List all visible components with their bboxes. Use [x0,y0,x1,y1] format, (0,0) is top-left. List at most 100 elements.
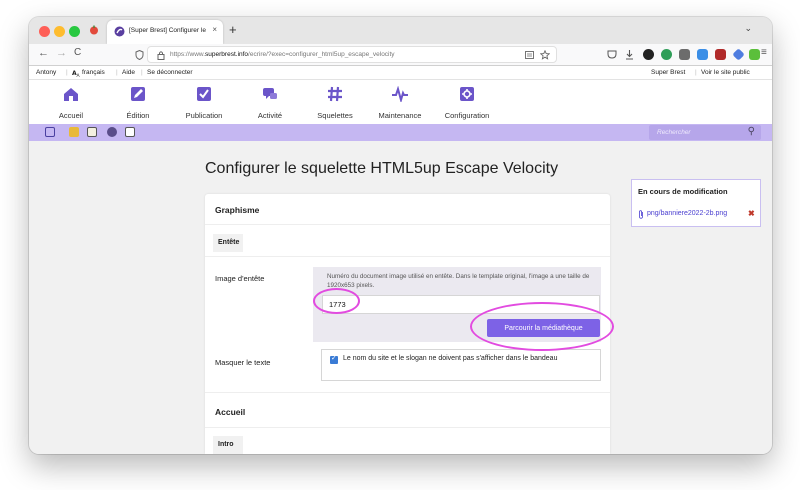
spip-favicon-icon [114,26,125,37]
extension-ublock-icon[interactable] [715,49,726,60]
separator: | [116,69,118,76]
subsection-intro: Intro [213,436,243,454]
extension-a-icon[interactable] [643,49,654,60]
tab-list-icon[interactable]: ⌄ [744,23,752,34]
tomato-extension-icon[interactable] [89,25,99,35]
menu-item-maintenance[interactable]: Maintenance [370,85,430,120]
chat-icon [263,88,277,99]
divider [205,256,610,257]
hide-text-label: Masquer le texte [215,358,271,367]
extension-diamond-icon[interactable] [732,48,745,61]
hide-text-checkbox[interactable] [330,354,338,364]
hide-text-field: Le nom du site et le slogan ne doivent p… [321,349,601,381]
search-icon[interactable]: ⚲ [748,126,755,137]
divider [205,224,610,225]
navigation-bar: ← → C https://www.superbrest.info/ecrire… [29,44,772,66]
sidebar-title: En cours de modification [638,187,728,196]
help-link[interactable]: Aide [122,69,135,76]
translate-icon: AA [72,70,81,77]
menu-item-publication[interactable]: Publication [174,86,234,120]
menu-label: Configuration [444,111,490,120]
user-link[interactable]: Antony [36,69,56,76]
menu-item-configuration[interactable]: Configuration [437,86,497,120]
content-area: Configurer le squelette HTML5up Escape V… [29,141,772,454]
main-menu: Accueil Édition Publication Activité Squ… [29,80,772,124]
separator: | [141,69,143,76]
tab-active[interactable]: [Super Brest] Configurer le squelette × [107,20,223,44]
logout-link[interactable]: Se déconnecter [147,69,193,76]
image-explanation: Numéro du document image utilisé en entê… [327,273,590,289]
tab-bar: [Super Brest] Configurer le squelette × … [29,17,772,44]
tab-title: [Super Brest] Configurer le squelette [129,27,207,34]
image-number-input[interactable] [322,295,600,314]
page-title: Configurer le squelette HTML5up Escape V… [205,160,559,177]
edited-file-link[interactable]: png/banniere2022-2b.png [647,210,727,217]
pulse-icon [392,85,408,104]
address-bar[interactable]: https://www.superbrest.info/ecrire/?exec… [135,46,557,63]
reload-button[interactable]: C [74,47,81,58]
new-site-icon[interactable] [125,127,135,137]
home-icon [64,88,78,101]
menu-item-activite[interactable]: Activité [240,86,300,120]
new-article-icon[interactable] [87,127,97,137]
divider [205,427,610,428]
menu-label: Maintenance [378,111,422,120]
config-form: Graphisme Entête Image d'entête Numéro d… [205,194,610,454]
menu-icon[interactable]: ≡ [761,47,767,58]
download-icon[interactable] [625,49,634,60]
paperclip-icon [639,210,643,219]
section-heading-accueil: Accueil [215,407,246,417]
gear-icon [460,87,474,101]
shield-icon[interactable] [135,50,144,60]
view-site-link[interactable]: Voir le site public [701,69,750,76]
search-box[interactable]: Rechercher ⚲ [649,125,761,140]
reader-view-icon[interactable] [525,51,534,59]
extension-c-icon[interactable] [697,49,708,60]
pocket-icon[interactable] [607,50,617,59]
separator: | [66,69,68,76]
image-field: Numéro du document image utilisé en entê… [313,267,601,342]
remove-file-icon[interactable]: ✖ [748,209,755,218]
extension-green-icon[interactable] [749,49,760,60]
subsection-entete: Entête [213,234,243,252]
quick-actions-bar: Rechercher ⚲ [29,124,772,141]
subsection-label: Intro [218,441,234,448]
checkbox-icon [197,87,211,101]
language-link[interactable]: français [82,69,105,76]
section-heading-graphisme: Graphisme [215,205,260,215]
back-button[interactable]: ← [38,47,49,59]
browse-media-button[interactable]: Parcourir la médiathèque [487,319,600,337]
site-name-link[interactable]: Super Brest [651,69,685,76]
extension-d-icon[interactable] [679,49,690,60]
new-author-icon[interactable] [107,127,117,137]
menu-item-edition[interactable]: Édition [108,86,168,120]
forward-button[interactable]: → [56,47,67,59]
spip-top-bar: Antony | AA français | Aide | Se déconne… [29,66,772,80]
minimize-window-button[interactable] [54,26,65,37]
menu-item-squelettes[interactable]: Squelettes [305,86,365,120]
new-tab-button[interactable]: + [229,22,237,37]
subsection-label: Entête [218,239,240,246]
tab-close-icon[interactable]: × [212,25,217,34]
menu-label: Activité [257,111,283,120]
menu-item-accueil[interactable]: Accueil [41,86,101,120]
editing-sidebar: En cours de modification png/banniere202… [631,179,761,227]
separator: | [695,69,697,76]
sitemap-icon[interactable] [45,127,55,137]
hide-text-option: Le nom du site et le slogan ne doivent p… [343,355,558,362]
bookmark-star-icon[interactable] [540,50,550,60]
menu-label: Édition [126,111,150,120]
divider [205,392,610,393]
new-section-icon[interactable] [69,127,79,137]
close-window-button[interactable] [39,26,50,37]
hash-icon [328,86,342,102]
browser-window: [Super Brest] Configurer le squelette × … [29,17,772,454]
pencil-icon [131,87,145,101]
lock-icon[interactable] [157,50,165,60]
zoom-window-button[interactable] [69,26,80,37]
menu-label: Accueil [58,111,84,120]
extension-grammar-icon[interactable] [661,49,672,60]
menu-label: Squelettes [317,111,353,120]
url-text: https://www.superbrest.info/ecrire/?exec… [170,51,395,58]
menu-label: Publication [185,111,223,120]
